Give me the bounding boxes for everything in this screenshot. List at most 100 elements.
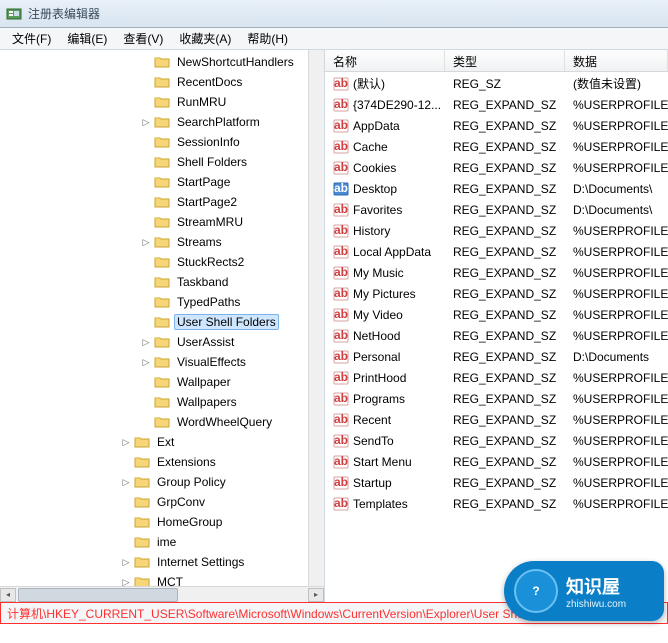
value-type: REG_EXPAND_SZ bbox=[445, 245, 565, 259]
tree-item[interactable]: RunMRU bbox=[0, 92, 308, 112]
column-name[interactable]: 名称 bbox=[325, 50, 445, 71]
tree-item[interactable]: ▷MCT bbox=[0, 572, 308, 586]
scroll-thumb[interactable] bbox=[18, 588, 178, 602]
list-row[interactable]: abFavoritesREG_EXPAND_SZD:\Documents\ bbox=[325, 199, 668, 220]
list-row[interactable]: abSendToREG_EXPAND_SZ%USERPROFILE bbox=[325, 430, 668, 451]
value-data: %USERPROFILE bbox=[565, 329, 668, 343]
tree-item[interactable]: RecentDocs bbox=[0, 72, 308, 92]
folder-icon bbox=[154, 415, 170, 429]
tree-item[interactable]: StreamMRU bbox=[0, 212, 308, 232]
expander-icon bbox=[120, 536, 132, 548]
menu-favorites[interactable]: 收藏夹(A) bbox=[171, 27, 239, 50]
svg-text:ab: ab bbox=[334, 370, 348, 384]
expander-icon[interactable]: ▷ bbox=[120, 436, 132, 448]
list-row[interactable]: abPersonalREG_EXPAND_SZD:\Documents bbox=[325, 346, 668, 367]
tree-item[interactable]: ▷UserAssist bbox=[0, 332, 308, 352]
expander-icon[interactable]: ▷ bbox=[140, 336, 152, 348]
value-name: (默认) bbox=[353, 75, 385, 92]
menu-help[interactable]: 帮助(H) bbox=[239, 27, 296, 50]
list-row[interactable]: abTemplatesREG_EXPAND_SZ%USERPROFILE bbox=[325, 493, 668, 514]
list-row[interactable]: abProgramsREG_EXPAND_SZ%USERPROFILE bbox=[325, 388, 668, 409]
scroll-left-button[interactable]: ◂ bbox=[0, 588, 16, 602]
expander-icon bbox=[140, 196, 152, 208]
tree-item[interactable]: ▷SearchPlatform bbox=[0, 112, 308, 132]
tree-item[interactable]: StartPage2 bbox=[0, 192, 308, 212]
value-data: %USERPROFILE bbox=[565, 140, 668, 154]
tree-item[interactable]: Wallpapers bbox=[0, 392, 308, 412]
tree-item[interactable]: Extensions bbox=[0, 452, 308, 472]
folder-icon bbox=[154, 135, 170, 149]
value-name: History bbox=[353, 224, 390, 238]
list-row[interactable]: abAppDataREG_EXPAND_SZ%USERPROFILE bbox=[325, 115, 668, 136]
registry-tree[interactable]: NewShortcutHandlersRecentDocsRunMRU▷Sear… bbox=[0, 50, 308, 586]
expander-icon[interactable]: ▷ bbox=[120, 556, 132, 568]
list-row[interactable]: abRecentREG_EXPAND_SZ%USERPROFILE bbox=[325, 409, 668, 430]
expander-icon bbox=[140, 376, 152, 388]
value-type: REG_EXPAND_SZ bbox=[445, 266, 565, 280]
scroll-right-button[interactable]: ▸ bbox=[308, 588, 324, 602]
value-data: (数值未设置) bbox=[565, 75, 668, 92]
status-path: 计算机\HKEY_CURRENT_USER\Software\Microsoft… bbox=[7, 605, 573, 622]
tree-item[interactable]: WordWheelQuery bbox=[0, 412, 308, 432]
tree-item[interactable]: Wallpaper bbox=[0, 372, 308, 392]
tree-item[interactable]: ▷ Ext bbox=[0, 432, 308, 452]
tree-item[interactable]: ▷VisualEffects bbox=[0, 352, 308, 372]
tree-pane: NewShortcutHandlersRecentDocsRunMRU▷Sear… bbox=[0, 50, 325, 602]
menu-view[interactable]: 查看(V) bbox=[115, 27, 171, 50]
expander-icon bbox=[140, 216, 152, 228]
value-data: %USERPROFILE bbox=[565, 371, 668, 385]
svg-text:ab: ab bbox=[334, 454, 348, 468]
tree-item[interactable]: ▷ Group Policy bbox=[0, 472, 308, 492]
menu-file[interactable]: 文件(F) bbox=[4, 27, 59, 50]
list-row[interactable]: ab(默认)REG_SZ(数值未设置) bbox=[325, 73, 668, 94]
tree-item[interactable]: Shell Folders bbox=[0, 152, 308, 172]
column-data[interactable]: 数据 bbox=[565, 50, 668, 71]
list-row[interactable]: abDesktopREG_EXPAND_SZD:\Documents\ bbox=[325, 178, 668, 199]
tree-item[interactable]: TypedPaths bbox=[0, 292, 308, 312]
expander-icon[interactable]: ▷ bbox=[140, 116, 152, 128]
list-row[interactable]: abCacheREG_EXPAND_SZ%USERPROFILE bbox=[325, 136, 668, 157]
svg-text:ab: ab bbox=[334, 76, 348, 90]
column-type[interactable]: 类型 bbox=[445, 50, 565, 71]
expander-icon[interactable]: ▷ bbox=[120, 476, 132, 488]
tree-item-label: Group Policy bbox=[154, 474, 229, 490]
tree-horizontal-scrollbar[interactable]: ◂ ▸ bbox=[0, 586, 324, 602]
expander-icon[interactable]: ▷ bbox=[140, 236, 152, 248]
list-row[interactable]: abMy PicturesREG_EXPAND_SZ%USERPROFILE bbox=[325, 283, 668, 304]
tree-item[interactable]: StuckRects2 bbox=[0, 252, 308, 272]
value-data: %USERPROFILE bbox=[565, 308, 668, 322]
list-row[interactable]: abPrintHoodREG_EXPAND_SZ%USERPROFILE bbox=[325, 367, 668, 388]
tree-item[interactable]: StartPage bbox=[0, 172, 308, 192]
string-value-icon: ab bbox=[333, 118, 349, 134]
tree-item[interactable]: SessionInfo bbox=[0, 132, 308, 152]
list-row[interactable]: ab{374DE290-12...REG_EXPAND_SZ%USERPROFI… bbox=[325, 94, 668, 115]
tree-item[interactable]: NewShortcutHandlers bbox=[0, 52, 308, 72]
menu-edit[interactable]: 编辑(E) bbox=[59, 27, 115, 50]
tree-item[interactable]: ▷Internet Settings bbox=[0, 552, 308, 572]
list-row[interactable]: abHistoryREG_EXPAND_SZ%USERPROFILE bbox=[325, 220, 668, 241]
tree-item[interactable]: ime bbox=[0, 532, 308, 552]
tree-item[interactable]: User Shell Folders bbox=[0, 312, 308, 332]
value-type: REG_EXPAND_SZ bbox=[445, 392, 565, 406]
tree-item[interactable]: GrpConv bbox=[0, 492, 308, 512]
list-row[interactable]: abStartupREG_EXPAND_SZ%USERPROFILE bbox=[325, 472, 668, 493]
tree-item[interactable]: HomeGroup bbox=[0, 512, 308, 532]
list-row[interactable]: abNetHoodREG_EXPAND_SZ%USERPROFILE bbox=[325, 325, 668, 346]
tree-item[interactable]: ▷Streams bbox=[0, 232, 308, 252]
folder-icon bbox=[154, 395, 170, 409]
list-row[interactable]: abCookiesREG_EXPAND_SZ%USERPROFILE bbox=[325, 157, 668, 178]
list-row[interactable]: abStart MenuREG_EXPAND_SZ%USERPROFILE bbox=[325, 451, 668, 472]
values-list[interactable]: ab(默认)REG_SZ(数值未设置)ab{374DE290-12...REG_… bbox=[325, 72, 668, 515]
expander-icon[interactable]: ▷ bbox=[120, 576, 132, 586]
string-value-icon: ab bbox=[333, 97, 349, 113]
string-value-icon: ab bbox=[333, 391, 349, 407]
expander-icon bbox=[140, 256, 152, 268]
tree-item[interactable]: Taskband bbox=[0, 272, 308, 292]
tree-vertical-scrollbar[interactable] bbox=[308, 50, 324, 586]
list-row[interactable]: abMy MusicREG_EXPAND_SZ%USERPROFILE bbox=[325, 262, 668, 283]
svg-text:ab: ab bbox=[334, 223, 348, 237]
list-row[interactable]: abMy VideoREG_EXPAND_SZ%USERPROFILE bbox=[325, 304, 668, 325]
expander-icon[interactable]: ▷ bbox=[140, 356, 152, 368]
tree-item-label: Ext bbox=[154, 434, 177, 450]
list-row[interactable]: abLocal AppDataREG_EXPAND_SZ%USERPROFILE bbox=[325, 241, 668, 262]
